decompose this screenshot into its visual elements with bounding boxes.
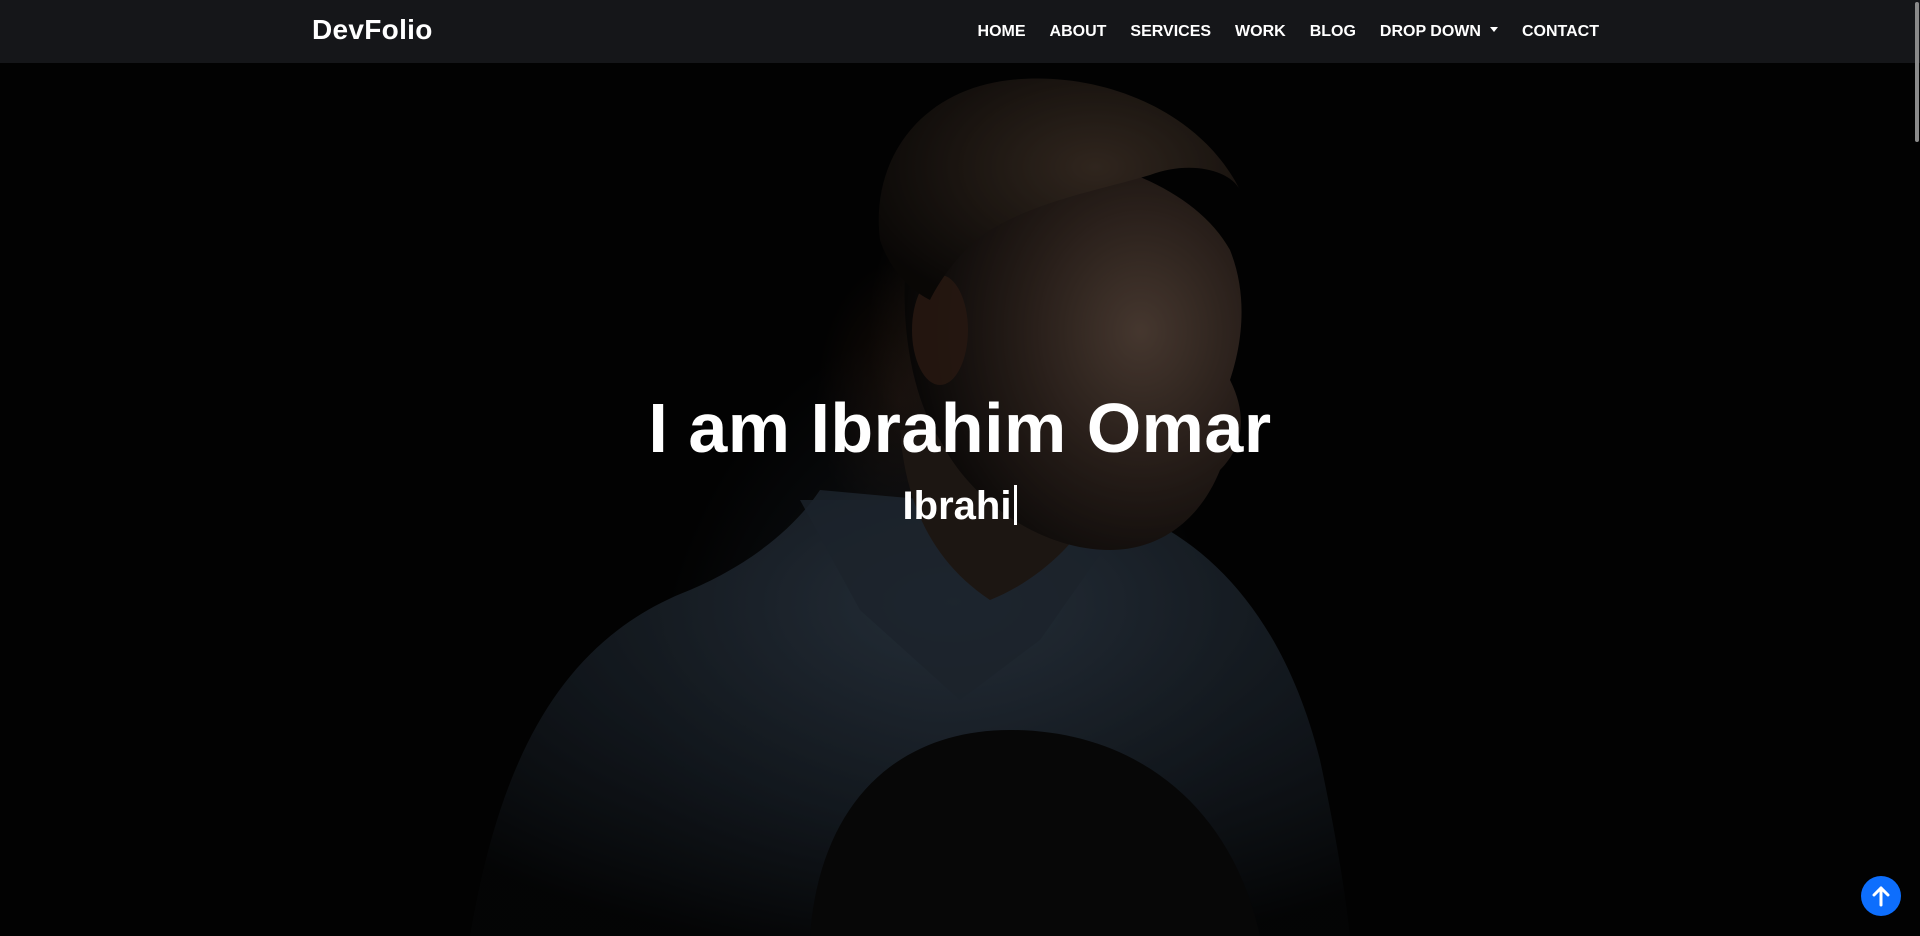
hero-typed-subtitle: Ibrahi	[0, 484, 1920, 529]
caret-down-icon	[1489, 27, 1498, 32]
nav-item-home[interactable]: Home	[978, 23, 1026, 41]
brand-logo[interactable]: DevFolio	[312, 14, 433, 46]
hero-title: I am Ibrahim Omar	[648, 389, 1272, 467]
nav-item-about[interactable]: About	[1050, 23, 1107, 41]
scrollbar[interactable]	[1912, 0, 1920, 936]
nav-item-services[interactable]: Services	[1130, 23, 1211, 41]
navbar: DevFolio Home About Services Work Blog D…	[0, 0, 1920, 63]
nav-item-dropdown[interactable]: Drop Down	[1380, 23, 1498, 41]
nav-item-contact[interactable]: Contact	[1522, 23, 1599, 41]
hero-portrait-image	[0, 0, 1920, 936]
page: DevFolio Home About Services Work Blog D…	[0, 0, 1920, 936]
scrollbar-thumb[interactable]	[1915, 2, 1919, 142]
typed-text: Ibrahi	[902, 484, 1012, 528]
typing-cursor	[1014, 485, 1018, 525]
hero-background	[0, 0, 1920, 936]
main-nav: Home About Services Work Blog Drop Down …	[978, 0, 1599, 63]
back-to-top-button[interactable]	[1861, 876, 1901, 916]
nav-item-blog[interactable]: Blog	[1310, 23, 1356, 41]
arrow-up-icon	[1872, 886, 1890, 907]
nav-item-work[interactable]: Work	[1235, 23, 1286, 41]
nav-item-dropdown-label: Drop Down	[1379, 22, 1481, 40]
